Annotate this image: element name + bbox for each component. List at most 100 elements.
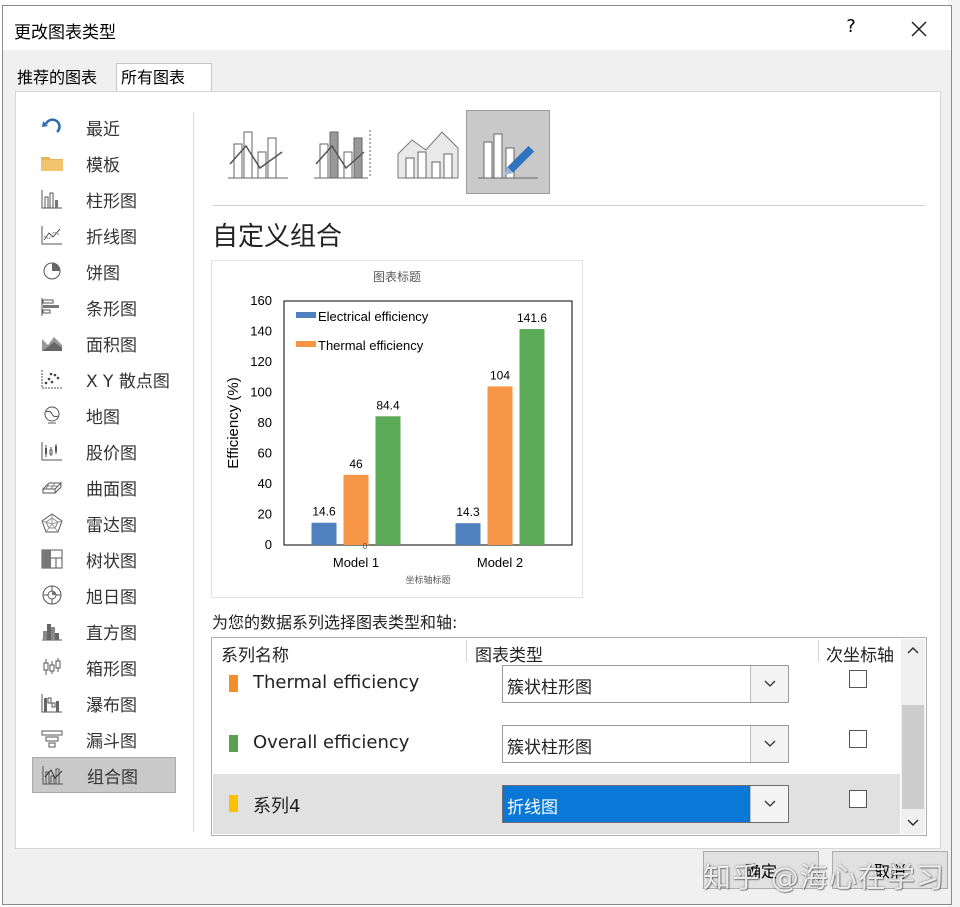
stock-chart-icon bbox=[38, 440, 66, 462]
nav-item-label: 最近 bbox=[86, 119, 120, 140]
pie-chart-icon bbox=[38, 260, 66, 282]
y-tick-label: 20 bbox=[258, 507, 272, 522]
nav-item-label: 旭日图 bbox=[86, 587, 137, 608]
preview-chart: 图表标题 0 20 40 60 80 100 120 140 160 14.6 46 84.4 Mod… bbox=[225, 270, 573, 585]
ok-button[interactable]: 确定 bbox=[703, 851, 819, 889]
subtype-clustered-column-line[interactable] bbox=[216, 110, 300, 194]
separator bbox=[213, 205, 925, 206]
nav-item-label: 瀑布图 bbox=[86, 695, 137, 716]
x-tick-label: Model 2 bbox=[477, 555, 523, 570]
help-button[interactable]: ? bbox=[839, 16, 863, 37]
all-charts-panel: 最近 模板 柱形图 折线图 饼图 条形图 面积图 X Y 散点图 地图 股价图 … bbox=[15, 91, 941, 849]
series4-marker-label: 0 bbox=[363, 542, 368, 551]
y-tick-label: 60 bbox=[258, 446, 272, 461]
y-tick-label: 160 bbox=[250, 293, 272, 308]
nav-item-label: 条形图 bbox=[86, 299, 137, 320]
secondary-axis-checkbox[interactable] bbox=[849, 670, 867, 688]
nav-item-stock[interactable]: 股价图 bbox=[30, 433, 180, 469]
cancel-button[interactable]: 取消 bbox=[832, 851, 948, 889]
nav-item-funnel[interactable]: 漏斗图 bbox=[30, 721, 180, 757]
bar bbox=[487, 386, 513, 545]
nav-item-label: 柱形图 bbox=[86, 191, 137, 212]
map-chart-icon bbox=[38, 404, 66, 426]
series-color-swatch bbox=[229, 735, 238, 752]
nav-item-treemap[interactable]: 树状图 bbox=[30, 541, 180, 577]
scroll-down-button[interactable] bbox=[901, 812, 925, 834]
bar-chart-icon bbox=[38, 296, 66, 318]
nav-item-line[interactable]: 折线图 bbox=[30, 217, 180, 253]
x-tick-label: Model 1 bbox=[333, 555, 379, 570]
subtype-stacked-area-column[interactable] bbox=[386, 110, 470, 194]
recent-icon bbox=[38, 116, 66, 138]
surface-chart-icon bbox=[38, 476, 66, 498]
nav-item-area[interactable]: 面积图 bbox=[30, 325, 180, 361]
nav-item-label: X Y 散点图 bbox=[86, 371, 170, 392]
y-tick-label: 100 bbox=[250, 385, 272, 400]
nav-item-templates[interactable]: 模板 bbox=[30, 145, 180, 181]
series-row-series4[interactable]: 系列4 折线图 bbox=[213, 774, 900, 834]
nav-item-radar[interactable]: 雷达图 bbox=[30, 505, 180, 541]
divider bbox=[193, 112, 194, 832]
scroll-thumb[interactable] bbox=[902, 705, 924, 809]
series-name: Overall efficiency bbox=[253, 732, 410, 753]
legend-entry-electrical: Electrical efficiency bbox=[318, 309, 429, 324]
nav-item-label: 模板 bbox=[86, 155, 120, 176]
nav-item-recent[interactable]: 最近 bbox=[30, 109, 180, 145]
chevron-down-icon bbox=[764, 800, 775, 807]
scroll-up-button[interactable] bbox=[901, 639, 925, 661]
table-scrollbar[interactable] bbox=[901, 639, 925, 834]
change-chart-type-dialog: 更改图表类型 ? 推荐的图表 所有图表 最近 模板 柱形图 折线图 饼图 条形图… bbox=[2, 5, 952, 905]
dropdown-button[interactable] bbox=[750, 786, 788, 822]
y-tick-label: 0 bbox=[265, 537, 272, 552]
nav-item-waterfall[interactable]: 瀑布图 bbox=[30, 685, 180, 721]
chart-type-dropdown[interactable]: 簇状柱形图 bbox=[502, 725, 789, 763]
chart-type-dropdown[interactable]: 折线图 bbox=[502, 785, 789, 823]
nav-item-pie[interactable]: 饼图 bbox=[30, 253, 180, 289]
subtype-column-line-secondary[interactable] bbox=[302, 110, 386, 194]
dropdown-value: 簇状柱形图 bbox=[507, 738, 592, 758]
secondary-axis-checkbox[interactable] bbox=[849, 790, 867, 808]
y-tick-label: 80 bbox=[258, 415, 272, 430]
line-chart-icon bbox=[38, 224, 66, 246]
y-tick-label: 120 bbox=[250, 354, 272, 369]
dropdown-value: 簇状柱形图 bbox=[507, 678, 592, 698]
area-column-icon bbox=[397, 131, 459, 179]
nav-item-label: 饼图 bbox=[86, 263, 120, 284]
nav-item-label: 树状图 bbox=[86, 551, 137, 572]
histogram-chart-icon bbox=[38, 620, 66, 642]
legend-swatch-thermal bbox=[296, 341, 316, 347]
tab-all-charts[interactable]: 所有图表 bbox=[116, 63, 212, 93]
nav-item-histogram[interactable]: 直方图 bbox=[30, 613, 180, 649]
funnel-chart-icon bbox=[38, 728, 66, 750]
nav-item-column[interactable]: 柱形图 bbox=[30, 181, 180, 217]
data-label: 46 bbox=[349, 457, 363, 471]
dropdown-button[interactable] bbox=[750, 726, 788, 762]
series-row-thermal[interactable]: Thermal efficiency 簇状柱形图 bbox=[213, 654, 900, 714]
series-name: 系列4 bbox=[253, 796, 301, 817]
nav-item-surface[interactable]: 曲面图 bbox=[30, 469, 180, 505]
y-tick-label: 140 bbox=[250, 324, 272, 339]
column-chart-icon bbox=[38, 188, 66, 210]
series-row-overall[interactable]: Overall efficiency 簇状柱形图 bbox=[213, 714, 900, 774]
dropdown-button[interactable] bbox=[750, 666, 788, 702]
nav-item-combo[interactable]: 组合图 bbox=[32, 757, 176, 793]
title-bar: 更改图表类型 ? bbox=[3, 6, 951, 50]
series-color-swatch bbox=[229, 675, 238, 692]
series-prompt: 为您的数据系列选择图表类型和轴: bbox=[212, 613, 458, 632]
dropdown-value: 折线图 bbox=[507, 798, 558, 818]
radar-chart-icon bbox=[38, 512, 66, 534]
tab-recommended[interactable]: 推荐的图表 bbox=[13, 64, 119, 91]
nav-item-sunburst[interactable]: 旭日图 bbox=[30, 577, 180, 613]
custom-combo-pencil-icon bbox=[478, 133, 538, 179]
nav-item-label: 曲面图 bbox=[86, 479, 137, 500]
nav-item-bar[interactable]: 条形图 bbox=[30, 289, 180, 325]
nav-item-label: 漏斗图 bbox=[86, 731, 137, 752]
subtype-custom-combination[interactable] bbox=[466, 110, 550, 194]
nav-item-scatter[interactable]: X Y 散点图 bbox=[30, 361, 180, 397]
chart-type-dropdown[interactable]: 簇状柱形图 bbox=[502, 665, 789, 703]
dialog-title: 更改图表类型 bbox=[14, 23, 116, 43]
nav-item-boxplot[interactable]: 箱形图 bbox=[30, 649, 180, 685]
secondary-axis-checkbox[interactable] bbox=[849, 730, 867, 748]
nav-item-map[interactable]: 地图 bbox=[30, 397, 180, 433]
close-button[interactable] bbox=[905, 14, 933, 44]
